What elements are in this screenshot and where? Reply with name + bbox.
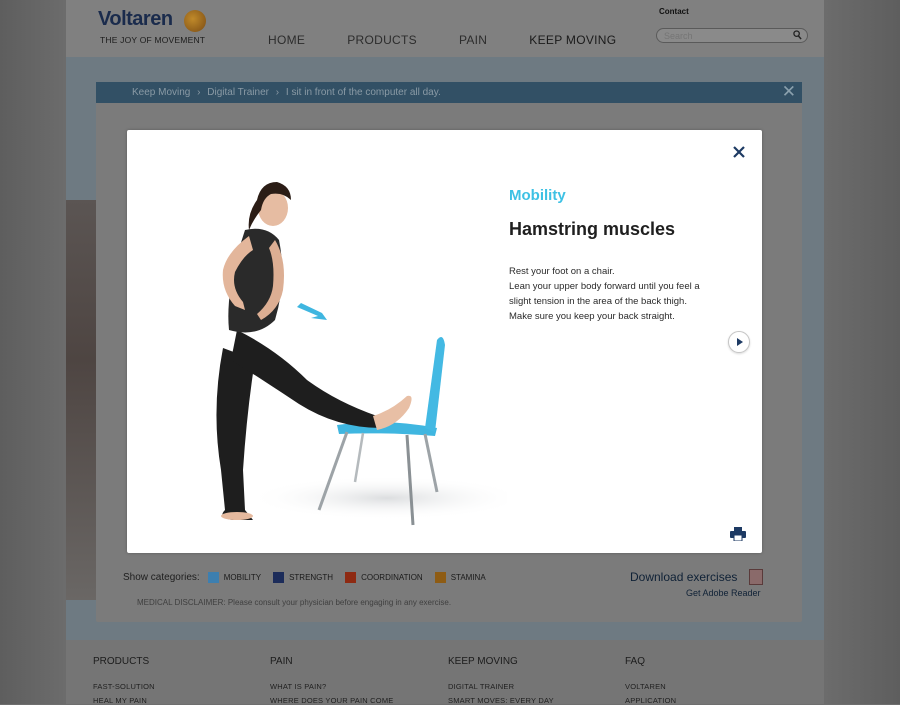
main-nav: HOME PRODUCTS PAIN KEEP MOVING <box>268 33 658 47</box>
panel-close-icon[interactable]: ✕ <box>782 83 796 100</box>
checkbox-checked-icon[interactable] <box>207 572 219 583</box>
next-exercise-button[interactable] <box>728 331 750 353</box>
exercise-category: Mobility <box>509 187 566 204</box>
person-shape <box>216 182 412 520</box>
checkbox-icon[interactable] <box>345 572 357 583</box>
footer-link[interactable]: FAST-SOLUTION <box>93 682 155 691</box>
footer-column-products: PRODUCTS FAST-SOLUTION HEAL MY PAIN <box>93 656 155 705</box>
description-line: slight tension in the area of the back t… <box>509 296 687 307</box>
category-label: STAMINA <box>450 573 486 582</box>
breadcrumb-item-current: I sit in front of the computer all day. <box>285 87 441 98</box>
footer-column-keep-moving: KEEP MOVING DIGITAL TRAINER SMART MOVES:… <box>448 656 554 705</box>
footer-heading[interactable]: PRODUCTS <box>93 656 155 667</box>
voltaren-logo[interactable]: Voltaren THE JOY OF MOVEMENT <box>98 6 210 48</box>
category-filter-label: Show categories: <box>123 572 200 583</box>
contact-link[interactable]: Contact <box>659 7 689 16</box>
category-label: MOBILITY <box>223 573 262 582</box>
nav-pain[interactable]: PAIN <box>459 33 487 47</box>
description-line: Rest your foot on a chair. <box>509 266 615 277</box>
exercise-modal: Mobility Hamstring muscles Rest your foo… <box>127 130 762 553</box>
exercise-illustration <box>216 182 507 526</box>
logo-tagline: THE JOY OF MOVEMENT <box>100 35 206 45</box>
checkbox-icon[interactable] <box>434 572 446 583</box>
category-label: COORDINATION <box>361 573 423 582</box>
exercise-description: Rest your foot on a chair. Lean your upp… <box>509 264 724 324</box>
get-adobe-reader-link[interactable]: Get Adobe Reader <box>686 588 761 598</box>
category-filter: Show categories: MOBILITY STRENGTH COORD… <box>123 572 498 583</box>
footer-column-faq: FAQ VOLTAREN APPLICATION <box>625 656 676 705</box>
medical-disclaimer: MEDICAL DISCLAIMER: Please consult your … <box>137 598 452 607</box>
exercise-title: Hamstring muscles <box>509 219 676 239</box>
logo-wordmark: Voltaren <box>98 8 173 30</box>
pdf-icon[interactable] <box>749 569 763 585</box>
nav-products[interactable]: PRODUCTS <box>347 33 417 47</box>
breadcrumb-item-keep-moving[interactable]: Keep Moving <box>132 87 190 98</box>
search-input[interactable] <box>664 30 784 41</box>
footer-link[interactable]: DIGITAL TRAINER <box>448 682 554 691</box>
close-icon[interactable] <box>731 144 747 160</box>
page-backdrop-right <box>824 0 900 704</box>
search-box <box>656 28 808 43</box>
footer-column-pain: PAIN WHAT IS PAIN? WHERE DOES YOUR PAIN … <box>270 656 394 705</box>
footer-heading[interactable]: FAQ <box>625 656 676 667</box>
site-footer <box>66 640 824 704</box>
category-strength[interactable]: STRENGTH <box>273 572 333 583</box>
category-mobility[interactable]: MOBILITY <box>207 572 262 583</box>
footer-link[interactable]: VOLTAREN <box>625 682 676 691</box>
breadcrumb-separator: › <box>275 87 280 98</box>
category-coordination[interactable]: COORDINATION <box>345 572 423 583</box>
print-icon[interactable] <box>730 527 746 541</box>
category-stamina[interactable]: STAMINA <box>434 572 486 583</box>
page-backdrop-left <box>0 0 66 704</box>
logo-runner-icon <box>184 10 206 32</box>
nav-keep-moving[interactable]: KEEP MOVING <box>529 33 616 47</box>
footer-heading[interactable]: KEEP MOVING <box>448 656 554 667</box>
site-header: Voltaren THE JOY OF MOVEMENT HOME PRODUC… <box>66 0 824 57</box>
footer-link[interactable]: WHAT IS PAIN? <box>270 682 394 691</box>
breadcrumb: Keep Moving › Digital Trainer › I sit in… <box>96 82 802 103</box>
search-icon[interactable] <box>793 30 802 40</box>
category-label: STRENGTH <box>289 573 334 582</box>
checkbox-icon[interactable] <box>273 572 285 583</box>
description-line: Make sure you keep your back straight. <box>509 311 675 322</box>
nav-home[interactable]: HOME <box>268 33 305 47</box>
next-arrow-icon <box>737 338 743 346</box>
breadcrumb-item-digital-trainer[interactable]: Digital Trainer <box>207 87 269 98</box>
breadcrumb-separator: › <box>197 87 201 98</box>
download-exercises-link[interactable]: Download exercises <box>630 570 737 584</box>
description-line: Lean your upper body forward until you f… <box>509 281 700 292</box>
footer-heading[interactable]: PAIN <box>270 656 394 667</box>
breadcrumb-trail: Keep Moving › Digital Trainer › I sit in… <box>132 87 445 98</box>
